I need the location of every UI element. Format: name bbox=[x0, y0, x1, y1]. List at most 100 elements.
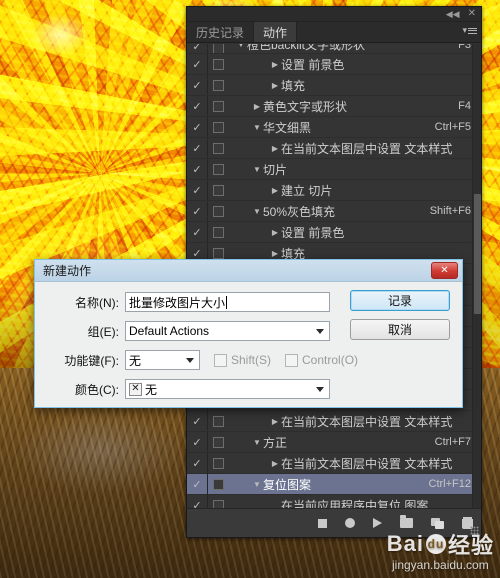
action-row-content: ▼ 华文细黑 Ctrl+F5 bbox=[229, 119, 481, 136]
tab-actions[interactable]: 动作 bbox=[254, 22, 298, 42]
scrollbar-thumb[interactable] bbox=[474, 194, 481, 314]
action-row-label: 50%灰色填充 bbox=[263, 204, 336, 219]
action-dialog-toggle[interactable] bbox=[207, 495, 229, 508]
action-row[interactable]: ✓ ▼ 切片 bbox=[187, 159, 481, 180]
action-dialog-toggle[interactable] bbox=[207, 44, 229, 53]
expand-triangle-closed-icon[interactable]: ▶ bbox=[269, 144, 281, 153]
color-swatch-none-icon: ✕ bbox=[129, 382, 142, 396]
action-dialog-toggle[interactable] bbox=[207, 75, 229, 95]
expand-triangle-open-icon[interactable]: ▼ bbox=[251, 123, 263, 132]
action-row-content: ▼ 方正 Ctrl+F7 bbox=[229, 434, 481, 451]
action-row[interactable]: ✓ ▶ 设置 前景色 bbox=[187, 54, 481, 75]
toggle-box-icon bbox=[213, 205, 224, 217]
action-row[interactable]: ✓ ▼ 华文细黑 Ctrl+F5 bbox=[187, 117, 481, 138]
play-icon[interactable] bbox=[373, 518, 382, 528]
action-enabled-check[interactable]: ✓ bbox=[187, 44, 207, 53]
action-enabled-check[interactable]: ✓ bbox=[187, 205, 207, 218]
action-enabled-check[interactable]: ✓ bbox=[187, 457, 207, 470]
shift-checkbox[interactable]: Shift(S) bbox=[214, 353, 271, 367]
action-dialog-toggle[interactable] bbox=[207, 96, 229, 116]
expand-triangle-closed-icon[interactable]: ▶ bbox=[269, 81, 281, 90]
action-row-label: 在当前文本图层中设置 文本样式 bbox=[281, 141, 453, 156]
expand-triangle-closed-icon[interactable]: ▶ bbox=[251, 102, 263, 111]
record-button[interactable]: 记录 bbox=[350, 290, 450, 311]
action-enabled-check[interactable]: ✓ bbox=[187, 79, 207, 92]
action-row[interactable]: ✓ ▶ 建立 切片 bbox=[187, 180, 481, 201]
new-set-icon[interactable] bbox=[400, 515, 413, 528]
toggle-box-icon bbox=[213, 121, 224, 133]
action-row-label: 设置 前景色 bbox=[281, 225, 345, 240]
close-icon[interactable]: ✕ bbox=[468, 9, 476, 19]
action-row[interactable]: ✓ ▶ 填充 bbox=[187, 75, 481, 96]
action-dialog-toggle[interactable] bbox=[207, 138, 229, 158]
action-dialog-toggle[interactable] bbox=[207, 411, 229, 431]
action-enabled-check[interactable]: ✓ bbox=[187, 226, 207, 239]
action-row[interactable]: ✓ ▶在当前应用程序中复位 图案 bbox=[187, 495, 481, 508]
expand-triangle-closed-icon[interactable]: ▶ bbox=[269, 417, 281, 426]
action-dialog-toggle[interactable] bbox=[207, 117, 229, 137]
action-enabled-check[interactable]: ✓ bbox=[187, 142, 207, 155]
expand-triangle-open-icon[interactable]: ▼ bbox=[251, 207, 263, 216]
action-row[interactable]: ✓ ▶ 黄色文字或形状 F4 bbox=[187, 96, 481, 117]
action-row[interactable]: ✓ ▼ 50%灰色填充 Shift+F6 bbox=[187, 201, 481, 222]
action-name-input[interactable]: 批量修改图片大小 bbox=[125, 292, 330, 312]
action-dialog-toggle[interactable] bbox=[207, 201, 229, 221]
action-dialog-toggle[interactable] bbox=[207, 54, 229, 74]
expand-triangle-closed-icon[interactable]: ▶ bbox=[269, 459, 281, 468]
action-row[interactable]: ✓ ▼ 方正 Ctrl+F7 bbox=[187, 432, 481, 453]
action-row[interactable]: ✓ ▼ 橙色backlit文字或形状 F3 bbox=[187, 44, 481, 54]
list-scrollbar[interactable] bbox=[472, 44, 481, 508]
action-row[interactable]: ✓ ▶ 在当前文本图层中设置 文本样式 bbox=[187, 411, 481, 432]
expand-triangle-closed-icon[interactable]: ▶ bbox=[269, 60, 281, 69]
record-icon[interactable] bbox=[345, 518, 355, 528]
action-enabled-check[interactable]: ✓ bbox=[187, 436, 207, 449]
action-dialog-toggle[interactable] bbox=[207, 180, 229, 200]
expand-triangle-open-icon[interactable]: ▼ bbox=[251, 438, 263, 447]
toggle-box-icon bbox=[213, 44, 224, 53]
tab-history[interactable]: 历史记录 bbox=[187, 22, 255, 42]
stop-icon[interactable] bbox=[318, 518, 327, 528]
action-row[interactable]: ✓ ▶ 在当前文本图层中设置 文本样式 bbox=[187, 138, 481, 159]
action-row[interactable]: ✓ ▶ 设置 前景色 bbox=[187, 222, 481, 243]
action-row[interactable]: ✓ ▶ 在当前文本图层中设置 文本样式 bbox=[187, 453, 481, 474]
action-enabled-check[interactable]: ✓ bbox=[187, 415, 207, 428]
expand-triangle-open-icon[interactable]: ▼ bbox=[251, 165, 263, 174]
action-enabled-check[interactable]: ✓ bbox=[187, 247, 207, 260]
new-action-icon[interactable] bbox=[431, 517, 444, 529]
action-enabled-check[interactable]: ✓ bbox=[187, 478, 207, 491]
action-enabled-check[interactable]: ✓ bbox=[187, 58, 207, 71]
expand-triangle-open-icon[interactable]: ▼ bbox=[235, 44, 247, 49]
shift-label: Shift(S) bbox=[231, 353, 272, 367]
expand-triangle-closed-icon[interactable]: ▶ bbox=[269, 228, 281, 237]
action-dialog-toggle[interactable] bbox=[207, 159, 229, 179]
color-label: 颜色(C): bbox=[75, 382, 119, 397]
action-dialog-toggle[interactable] bbox=[207, 474, 229, 494]
collapse-icon[interactable]: ◀◀ bbox=[446, 9, 460, 19]
action-enabled-check[interactable]: ✓ bbox=[187, 184, 207, 197]
action-row-label: 填充 bbox=[281, 78, 306, 93]
function-key-select[interactable]: 无 bbox=[125, 350, 200, 370]
cancel-button[interactable]: 取消 bbox=[350, 319, 450, 340]
resize-grip[interactable] bbox=[470, 526, 479, 535]
expand-triangle-open-icon[interactable]: ▼ bbox=[251, 480, 263, 489]
action-enabled-check[interactable]: ✓ bbox=[187, 100, 207, 113]
expand-triangle-closed-icon[interactable]: ▶ bbox=[269, 186, 281, 195]
action-dialog-toggle[interactable] bbox=[207, 222, 229, 242]
action-enabled-check[interactable]: ✓ bbox=[187, 121, 207, 134]
toggle-box-icon bbox=[213, 436, 224, 448]
action-row-content: ▶ 设置 前景色 bbox=[229, 224, 481, 241]
group-select[interactable]: Default Actions bbox=[125, 321, 330, 341]
dialog-close-button[interactable]: ✕ bbox=[431, 262, 458, 279]
action-dialog-toggle[interactable] bbox=[207, 432, 229, 452]
action-enabled-check[interactable]: ✓ bbox=[187, 163, 207, 176]
expand-triangle-closed-icon[interactable]: ▶ bbox=[269, 249, 281, 258]
action-row[interactable]: ✓ ▼ 复位图案 Ctrl+F12 bbox=[187, 474, 481, 495]
action-row-content: ▼ 橙色backlit文字或形状 F3 bbox=[229, 44, 481, 53]
action-enabled-check[interactable]: ✓ bbox=[187, 499, 207, 509]
action-row-label: 华文细黑 bbox=[263, 120, 312, 135]
action-row-label: 切片 bbox=[263, 162, 288, 177]
panel-menu-icon[interactable]: ▾ bbox=[462, 26, 477, 35]
color-select[interactable]: ✕ 无 bbox=[125, 379, 330, 399]
control-checkbox[interactable]: Control(O) bbox=[285, 353, 358, 367]
action-dialog-toggle[interactable] bbox=[207, 453, 229, 473]
